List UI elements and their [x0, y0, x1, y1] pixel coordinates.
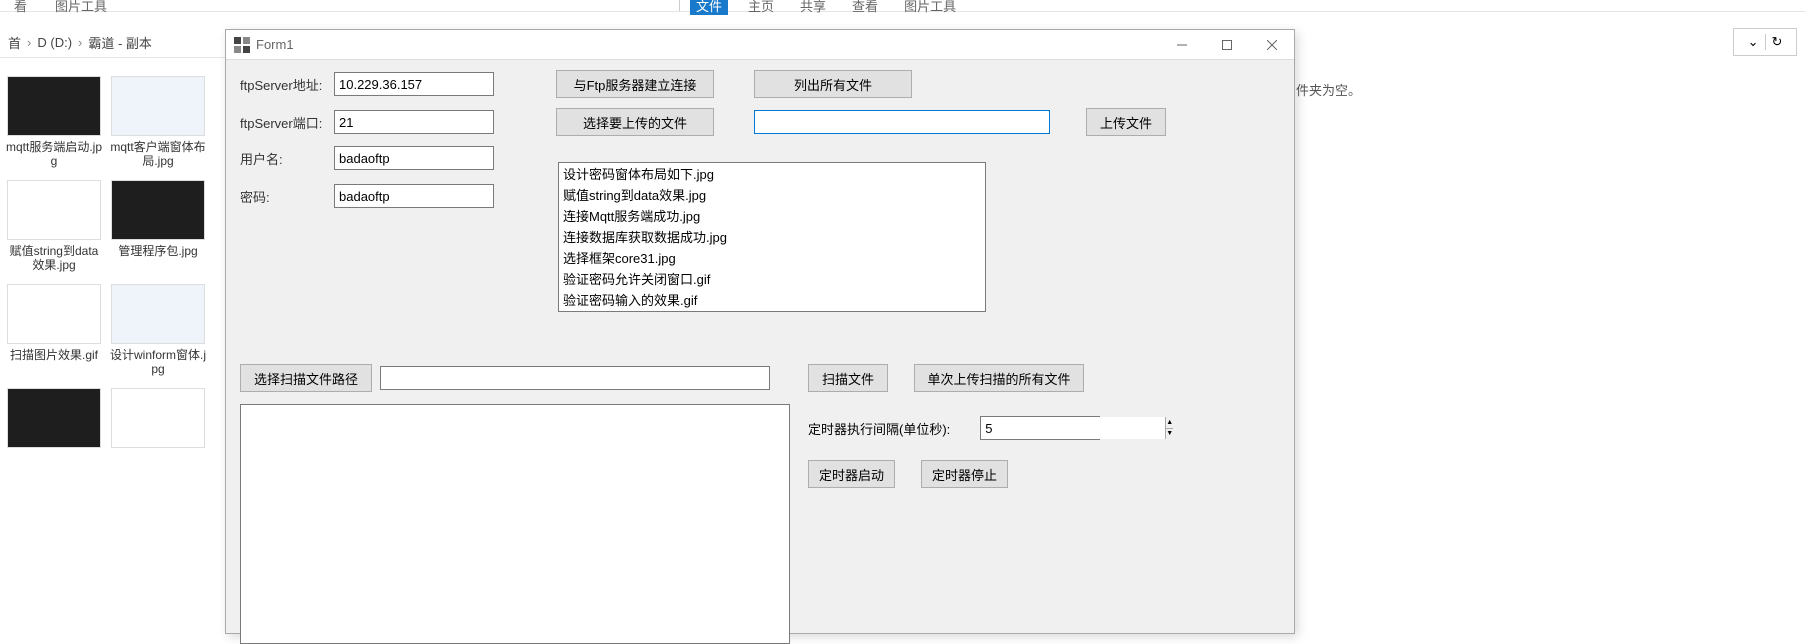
ftp-file-listbox[interactable]: 设计密码窗体布局如下.jpg 赋值string到data效果.jpg 连接Mqt…: [558, 162, 986, 312]
password-label: 密码:: [240, 187, 334, 206]
thumbnail-icon: [7, 76, 101, 136]
thumb-label: mqtt客户端窗体布局.jpg: [108, 136, 208, 176]
upload-file-path-input[interactable]: [754, 110, 1050, 134]
choose-upload-file-button[interactable]: 选择要上传的文件: [556, 108, 714, 136]
ribbon-tab-share[interactable]: 共享: [794, 0, 832, 15]
window-controls: [1159, 30, 1294, 59]
refresh-icon[interactable]: ↻: [1772, 34, 1783, 50]
username-input[interactable]: [334, 146, 494, 170]
ribbon-tab-home[interactable]: 主页: [742, 0, 780, 15]
breadcrumb-seg-1[interactable]: D (D:): [37, 35, 72, 50]
scan-path-input[interactable]: [380, 366, 770, 390]
thumb-label: 扫描图片效果.gif: [8, 344, 100, 370]
thumb-item[interactable]: 扫描图片效果.gif: [4, 284, 104, 384]
scan-files-button[interactable]: 扫描文件: [808, 364, 888, 392]
connect-ftp-button[interactable]: 与Ftp服务器建立连接: [556, 70, 714, 98]
list-all-files-button[interactable]: 列出所有文件: [754, 70, 912, 98]
thumbnail-icon: [7, 388, 101, 448]
ribbon-tab-file[interactable]: 文件: [690, 0, 728, 15]
maximize-button[interactable]: [1204, 30, 1249, 59]
breadcrumb-seg-2[interactable]: 霸道 - 副本: [88, 33, 152, 52]
thumb-item[interactable]: 赋值string到data效果.jpg: [4, 180, 104, 280]
form1-body: ftpServer地址: 与Ftp服务器建立连接 列出所有文件 ftpServe…: [226, 60, 1294, 633]
file-thumbnail-grid: mqtt服务端启动.jpg mqtt客户端窗体布局.jpg 赋值string到d…: [0, 72, 218, 632]
choose-scan-path-button[interactable]: 选择扫描文件路径: [240, 364, 372, 392]
timer-interval-input[interactable]: [981, 417, 1165, 439]
scan-result-listbox[interactable]: [240, 404, 790, 644]
ftp-server-addr-label: ftpServer地址:: [240, 75, 334, 94]
timer-stop-button[interactable]: 定时器停止: [921, 460, 1008, 488]
maximize-icon: [1222, 40, 1232, 50]
list-item[interactable]: 选择框架core31.jpg: [559, 247, 985, 268]
app-icon: [234, 37, 250, 53]
spinner-down-icon[interactable]: ▼: [1166, 429, 1173, 440]
close-icon: [1267, 40, 1277, 50]
thumbnail-icon: [7, 284, 101, 344]
chevron-right-icon: ›: [27, 35, 31, 50]
timer-interval-label: 定时器执行间隔(单位秒):: [808, 419, 950, 438]
ribbon-tab-picture-tools2[interactable]: 图片工具: [898, 0, 962, 15]
refresh-dropdown[interactable]: ⌄ ↻: [1733, 28, 1797, 56]
thumb-label: 赋值string到data效果.jpg: [4, 240, 104, 280]
list-item[interactable]: 验证密码允许关闭窗口.gif: [559, 268, 985, 289]
ftp-server-addr-input[interactable]: [334, 72, 494, 96]
window-title: Form1: [256, 37, 294, 52]
list-item[interactable]: 赋值string到data效果.jpg: [559, 184, 985, 205]
ftp-server-port-input[interactable]: [334, 110, 494, 134]
username-label: 用户名:: [240, 149, 334, 168]
thumb-item[interactable]: [4, 388, 104, 448]
ribbon-tab-picture-tools[interactable]: 图片工具: [49, 0, 113, 15]
thumbnail-icon: [7, 180, 101, 240]
close-button[interactable]: [1249, 30, 1294, 59]
list-item[interactable]: 设计密码窗体布局如下.jpg: [559, 163, 985, 184]
chevron-right-icon: ›: [78, 35, 82, 50]
minimize-button[interactable]: [1159, 30, 1204, 59]
ribbon-tab-view2[interactable]: 查看: [846, 0, 884, 15]
thumb-item[interactable]: [108, 388, 208, 448]
list-item[interactable]: 连接Mqtt服务端成功.jpg: [559, 205, 985, 226]
ribbon-tab-view[interactable]: 看: [8, 0, 33, 15]
thumb-label: 设计winform窗体.jpg: [108, 344, 208, 384]
thumbnail-icon: [111, 388, 205, 448]
timer-interval-stepper[interactable]: ▲ ▼: [980, 416, 1100, 440]
chevron-down-icon: ⌄: [1748, 34, 1759, 50]
thumbnail-icon: [111, 284, 205, 344]
ftp-server-port-label: ftpServer端口:: [240, 113, 334, 132]
thumb-label: 管理程序包.jpg: [116, 240, 199, 266]
spinner-up-icon[interactable]: ▲: [1166, 417, 1173, 429]
empty-folder-message: 件夹为空。: [1296, 80, 1361, 99]
explorer-ribbon: 看 图片工具 文件 主页 共享 查看 图片工具: [0, 0, 1805, 12]
timer-start-button[interactable]: 定时器启动: [808, 460, 895, 488]
upload-all-scanned-button[interactable]: 单次上传扫描的所有文件: [914, 364, 1084, 392]
thumb-label: mqtt服务端启动.jpg: [4, 136, 104, 176]
thumb-item[interactable]: 管理程序包.jpg: [108, 180, 208, 280]
upload-file-button[interactable]: 上传文件: [1086, 108, 1166, 136]
thumb-item[interactable]: 设计winform窗体.jpg: [108, 284, 208, 384]
minimize-icon: [1177, 40, 1187, 50]
thumb-item[interactable]: mqtt服务端启动.jpg: [4, 76, 104, 176]
list-item[interactable]: 连接数据库获取数据成功.jpg: [559, 226, 985, 247]
thumb-item[interactable]: mqtt客户端窗体布局.jpg: [108, 76, 208, 176]
breadcrumb-seg-0[interactable]: 首: [8, 33, 21, 52]
thumbnail-icon: [111, 76, 205, 136]
password-input[interactable]: [334, 184, 494, 208]
titlebar[interactable]: Form1: [226, 30, 1294, 60]
thumbnail-icon: [111, 180, 205, 240]
form1-window: Form1 ftpServer地址: 与Ftp服务器建立连接 列出所有文件: [225, 29, 1295, 634]
list-item[interactable]: 验证密码输入的效果.gif: [559, 289, 985, 310]
